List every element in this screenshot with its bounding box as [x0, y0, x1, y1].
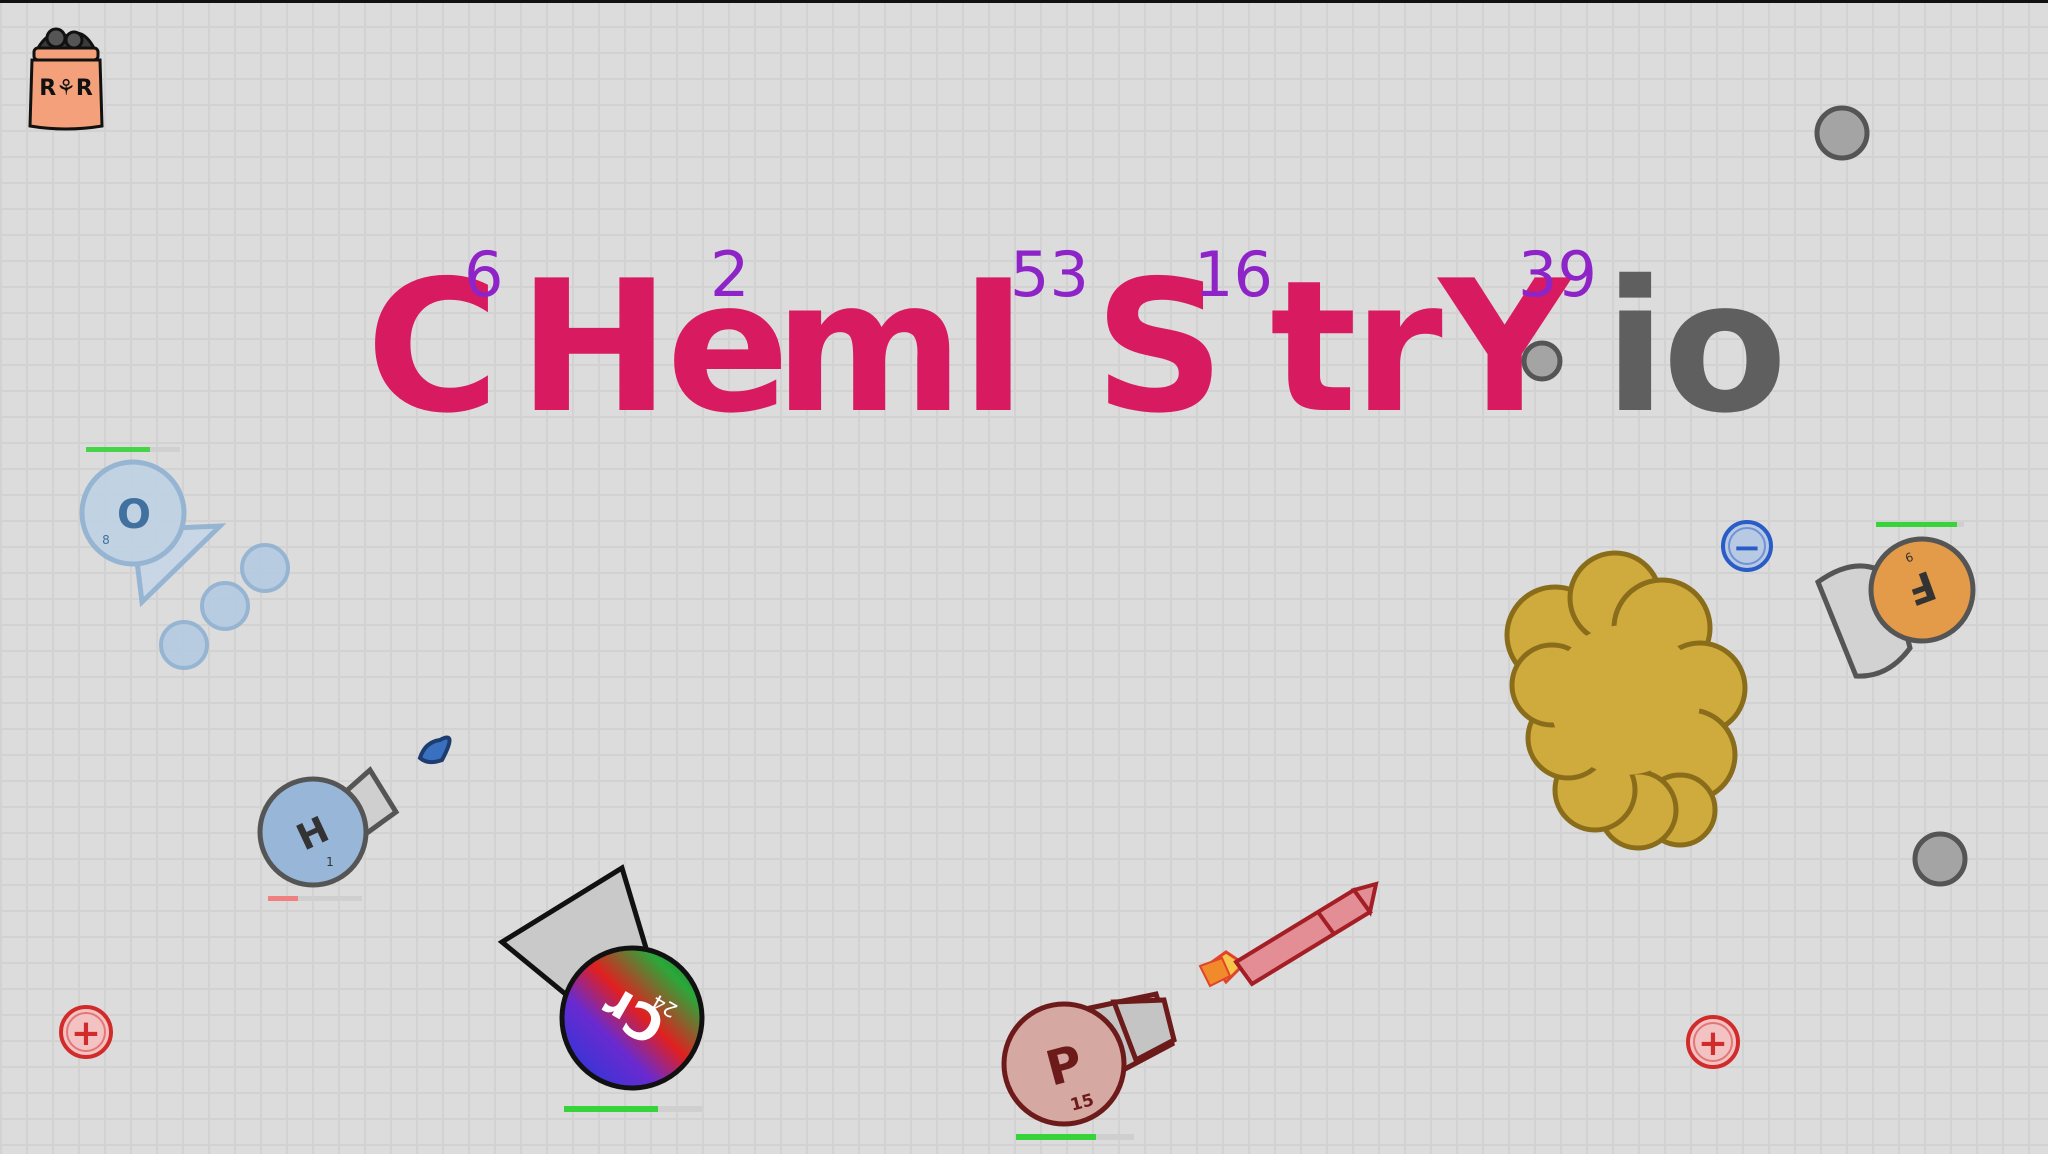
player-fluorine: F 9 [1814, 522, 1976, 679]
rocket-projectile [1198, 881, 1379, 988]
oxygen-symbol: O [117, 492, 151, 538]
positive-ion-pickup: + [1686, 1015, 1740, 1069]
neutral-orb [1814, 105, 1870, 161]
minus-icon: − [1733, 528, 1762, 568]
chromium-health-bar [564, 1106, 658, 1112]
player-oxygen: O 8 [79, 447, 290, 670]
player-phosphorus: P 15 [1001, 991, 1177, 1140]
plus-icon: + [71, 1013, 101, 1054]
positive-ion-pickup: + [59, 1005, 113, 1059]
hydrogen-health-bar [268, 896, 298, 901]
game-scene[interactable]: O 8 H 1 Cr 24 P 15 F 9 − + + [0, 0, 2048, 1154]
neutral-orb [1912, 831, 1968, 887]
hydrogen-droplet [417, 735, 452, 765]
oxygen-bubble [159, 620, 209, 670]
player-hydrogen: H 1 [257, 735, 452, 901]
fluorine-health-bar [1876, 522, 1957, 527]
oxygen-number: 8 [102, 533, 110, 547]
oxygen-bubble [200, 581, 250, 631]
player-chromium: Cr 24 [497, 864, 705, 1112]
phosphorus-health-bar [1016, 1134, 1096, 1140]
negative-ion-pickup: − [1721, 520, 1773, 572]
oxygen-bubble [240, 543, 290, 593]
hydrogen-number: 1 [326, 855, 334, 869]
oxygen-health-bar [86, 447, 150, 452]
gas-cloud [1504, 550, 1748, 851]
neutral-orb [1521, 340, 1563, 382]
plus-icon: + [1698, 1023, 1728, 1064]
